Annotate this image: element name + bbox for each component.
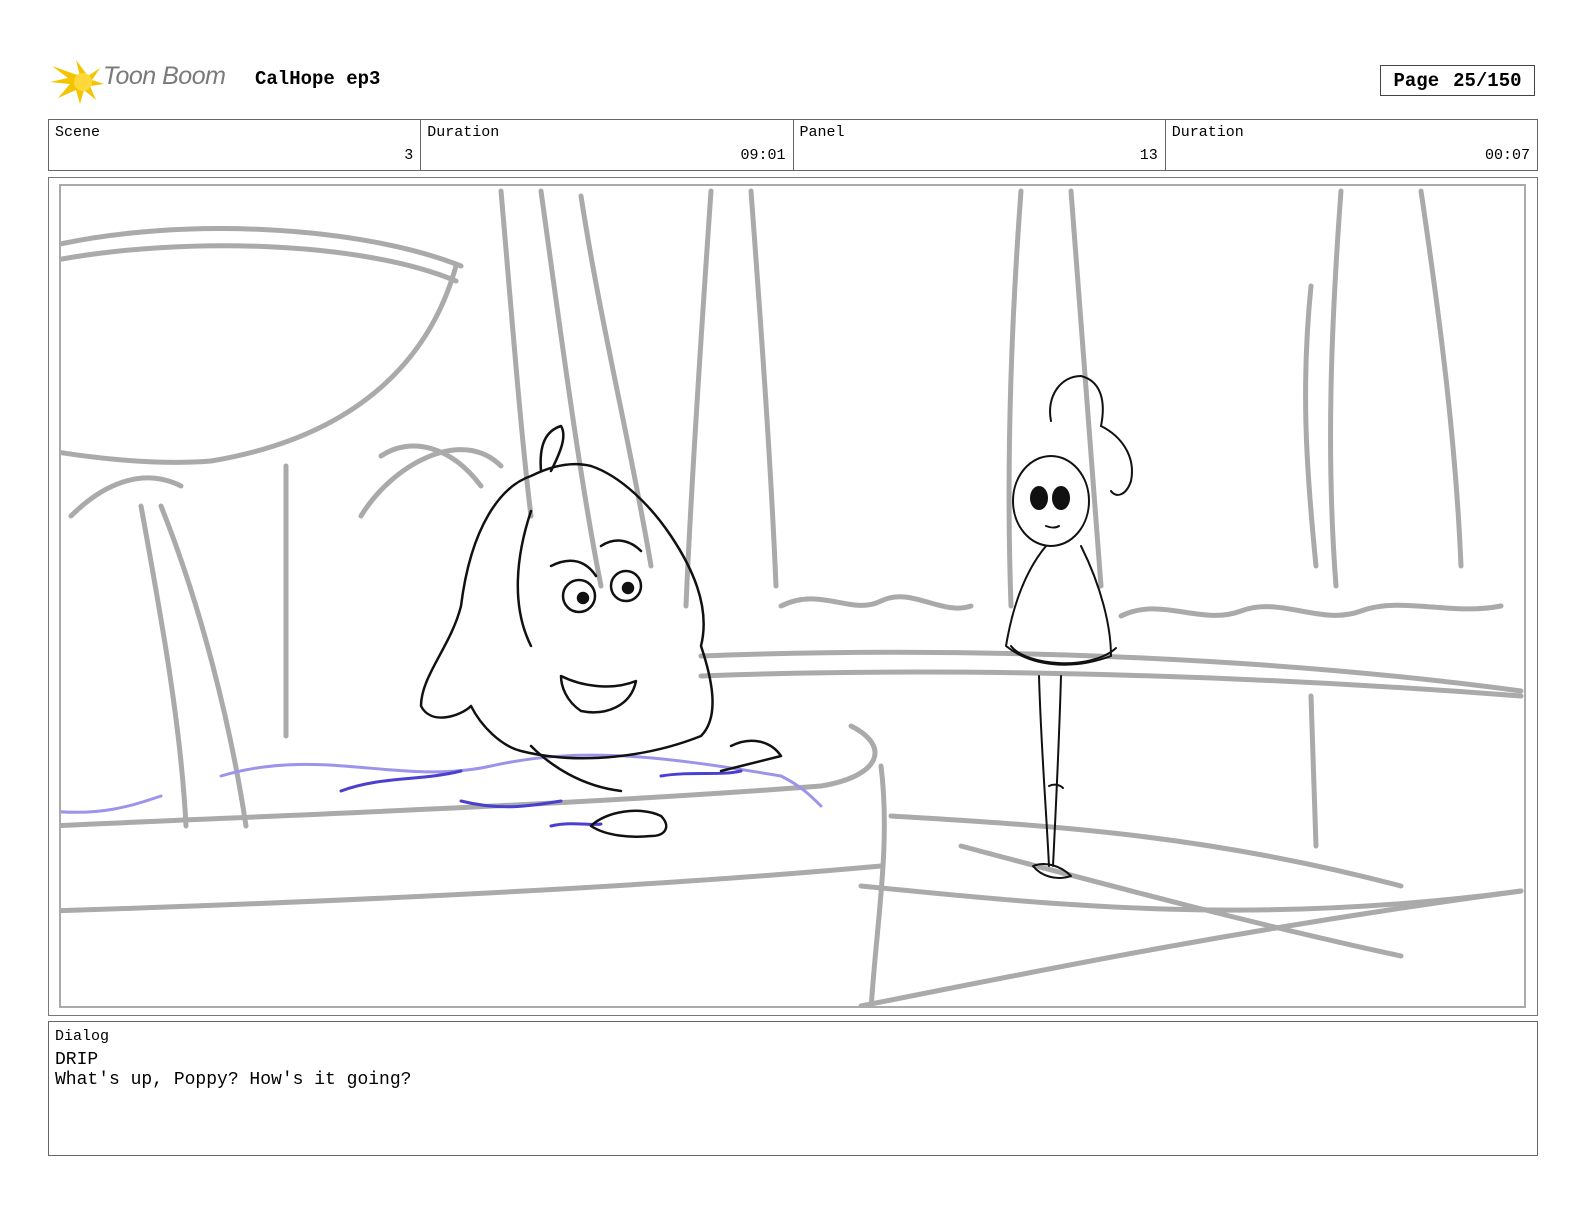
dialog-box: Dialog DRIP What's up, Poppy? How's it g… <box>48 1021 1538 1156</box>
dialog-line: What's up, Poppy? How's it going? <box>55 1070 412 1090</box>
page-indicator: Page 25/150 <box>1380 65 1535 96</box>
poppy-character <box>1005 375 1133 879</box>
dialog-label: Dialog <box>55 1028 110 1045</box>
panel-duration-cell: Duration 00:07 <box>1166 120 1537 170</box>
starburst-icon <box>50 60 104 104</box>
page-label: Page <box>1393 69 1440 92</box>
scene-duration-value: 09:01 <box>740 147 786 164</box>
panel-duration-label: Duration <box>1171 124 1244 141</box>
scene-value: 3 <box>404 147 414 164</box>
panel-cell: Panel 13 <box>794 120 1166 170</box>
scene-label: Scene <box>55 124 101 141</box>
panel-duration-value: 00:07 <box>1484 147 1530 164</box>
background-sketch <box>61 188 1524 1006</box>
drip-character <box>419 424 783 838</box>
project-title: CalHope ep3 <box>255 68 381 90</box>
panel-label: Panel <box>799 124 845 141</box>
toon-boom-logo: Toon Boom <box>50 54 240 108</box>
dialog-speaker: DRIP <box>55 1050 99 1070</box>
scene-cell: Scene 3 <box>49 120 422 170</box>
scene-duration-label: Duration <box>427 124 500 141</box>
page-number: 25/150 <box>1453 69 1522 92</box>
pool-water <box>61 753 823 828</box>
storyboard-image-area <box>59 184 1526 1008</box>
panel-value: 13 <box>1139 147 1158 164</box>
storyboard-sketch <box>61 188 1524 1006</box>
scene-duration-cell: Duration 09:01 <box>421 120 794 170</box>
panel-info-row: Scene 3 Duration 09:01 Panel 13 Duration… <box>48 119 1538 171</box>
logo-text: Toon Boom <box>103 62 226 90</box>
storyboard-frame <box>48 177 1538 1016</box>
